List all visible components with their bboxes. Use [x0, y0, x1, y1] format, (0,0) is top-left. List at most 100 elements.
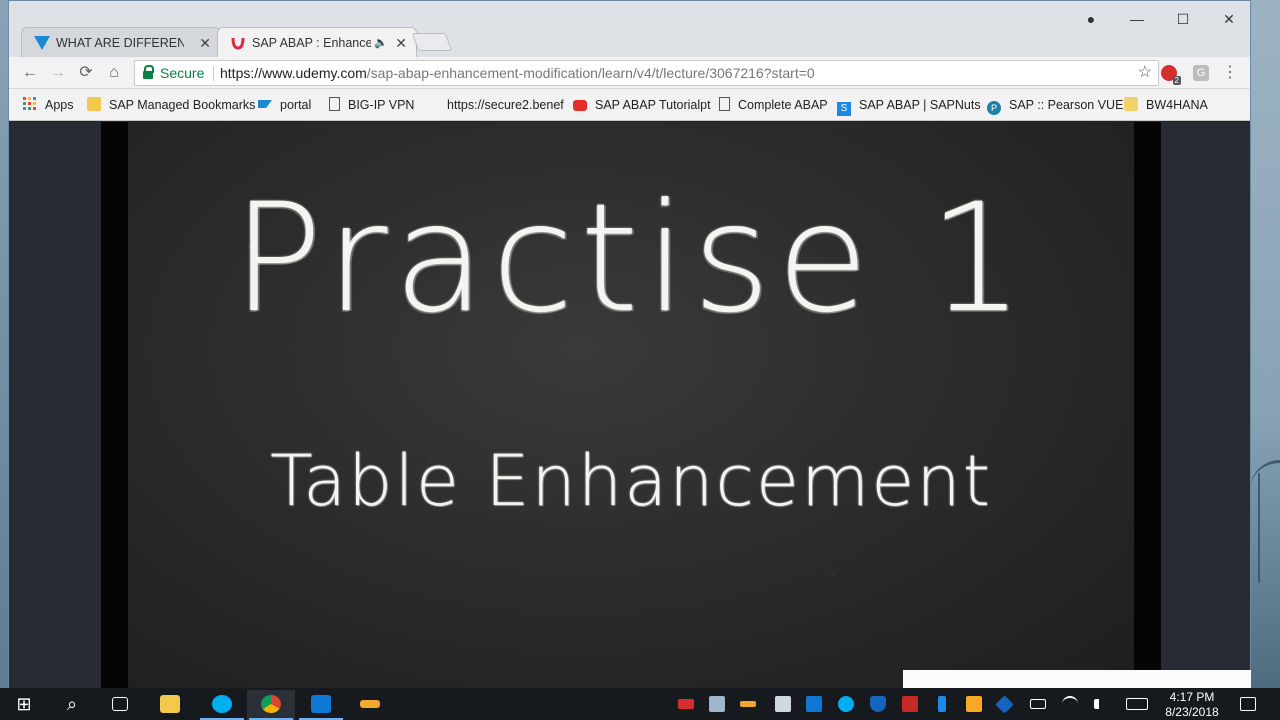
page-content: Practise 1 Table Enhancement	[9, 122, 1251, 688]
video-player[interactable]: Practise 1 Table Enhancement	[101, 122, 1251, 688]
secure-label: Secure	[160, 65, 205, 81]
tray-printer-icon[interactable]	[775, 696, 791, 712]
adblock-extension-icon[interactable]: 2	[1161, 65, 1181, 85]
search-icon: ⌕	[66, 694, 78, 714]
bookmark-label: https://secure2.benef	[447, 98, 564, 112]
tab-sap-abap-enhancement[interactable]: SAP ABAP : Enhancem 🔈 ✕	[217, 27, 417, 57]
bookmark-label: SAP Managed Bookmarks	[109, 98, 256, 112]
page-icon	[719, 97, 730, 111]
tray-outlook-icon[interactable]	[806, 696, 822, 712]
slide-subtitle: Table Enhancement	[269, 440, 993, 522]
tray-vpn-icon[interactable]	[995, 695, 1014, 714]
taskbar-skype[interactable]	[198, 690, 246, 720]
grammar-extension-icon[interactable]: G	[1193, 65, 1209, 81]
clock-time: 4:17 PM	[1169, 690, 1215, 704]
youtube-icon	[573, 100, 587, 111]
slide-title: Practise 1	[232, 172, 1030, 346]
tab-label: SAP ABAP : Enhancem	[252, 36, 380, 50]
url-text[interactable]: https://www.udemy.com/sap-abap-enhanceme…	[220, 61, 815, 85]
task-view-icon	[112, 697, 128, 711]
tray-network-monitor-icon[interactable]	[709, 696, 725, 712]
task-view-button[interactable]	[96, 690, 144, 720]
tab-label: WHAT ARE DIFFERENT M	[56, 36, 184, 50]
bookmarks-bar: Apps SAP Managed Bookmarks portal BIG-IP…	[9, 89, 1250, 121]
volume-icon[interactable]	[1094, 699, 1104, 709]
bookmark-label: SAP ABAP | SAPNuts	[859, 98, 981, 112]
bookmark-pearson-vue[interactable]: P SAP :: Pearson VUE	[987, 89, 1123, 121]
sap-favicon-icon	[34, 36, 50, 50]
file-explorer-icon	[160, 695, 180, 713]
battery-icon[interactable]	[1030, 699, 1046, 709]
new-tab-button[interactable]	[411, 33, 453, 51]
minimize-button[interactable]: —	[1114, 11, 1160, 27]
title-bar: WHAT ARE DIFFERENT M ✕ SAP ABAP : Enhanc…	[9, 1, 1250, 57]
desktop-edge-right	[1250, 0, 1280, 688]
bookmark-big-ip-vpn[interactable]: BIG-IP VPN	[329, 89, 414, 121]
address-bar[interactable]: Secure https://www.udemy.com/sap-abap-en…	[134, 60, 1159, 86]
action-center-icon[interactable]	[1240, 697, 1256, 711]
tray-skype-icon[interactable]	[838, 696, 854, 712]
bookmark-bw4hana[interactable]: BW4HANA	[1124, 89, 1208, 121]
tray-mcafee-icon[interactable]	[902, 696, 918, 712]
profile-icon[interactable]: ●	[1068, 11, 1114, 27]
close-window-button[interactable]: ✕	[1206, 11, 1252, 28]
desktop-edge-left	[0, 0, 8, 688]
extension-badge: 2	[1172, 76, 1181, 85]
bookmark-label: BW4HANA	[1146, 98, 1208, 112]
bookmark-sap-managed[interactable]: SAP Managed Bookmarks	[87, 89, 255, 121]
apps-grid-icon	[23, 97, 36, 110]
sapnuts-icon: S	[837, 102, 851, 116]
pearson-icon: P	[987, 101, 1001, 115]
chrome-window: WHAT ARE DIFFERENT M ✕ SAP ABAP : Enhanc…	[8, 0, 1251, 688]
bookmark-secure2[interactable]: https://secure2.benef	[447, 89, 565, 121]
wifi-icon[interactable]	[1062, 696, 1078, 712]
bookmark-portal[interactable]: portal	[258, 89, 311, 121]
tray-phone-icon[interactable]	[966, 696, 982, 712]
audio-playing-icon[interactable]: 🔈	[371, 28, 388, 57]
chrome-menu-icon[interactable]: ⋮	[1219, 62, 1241, 84]
sap-logo-icon	[258, 100, 272, 108]
tray-shield-icon[interactable]	[870, 696, 886, 712]
maximize-button[interactable]: ☐	[1160, 11, 1206, 28]
tab-close-icon[interactable]: ✕	[199, 28, 211, 57]
taskbar-clock[interactable]: 4:17 PM 8/23/2018	[1152, 690, 1232, 720]
taskbar-sap-logon[interactable]	[346, 690, 394, 720]
bookmark-apps[interactable]: Apps	[23, 89, 74, 121]
bookmark-label: portal	[280, 98, 312, 112]
chrome-icon	[261, 695, 281, 713]
bookmark-label: SAP :: Pearson VUE	[1009, 98, 1124, 112]
tab-what-are-different[interactable]: WHAT ARE DIFFERENT M ✕	[21, 27, 221, 57]
taskbar-file-explorer[interactable]	[146, 690, 194, 720]
bookmark-sapnuts[interactable]: S SAP ABAP | SAPNuts	[837, 89, 981, 121]
back-button[interactable]: ←	[19, 62, 41, 84]
keyboard-icon[interactable]	[1126, 698, 1148, 710]
windows-logo-icon: ⊞	[16, 694, 32, 714]
omnibox-separator	[213, 66, 214, 81]
chalkboard-slide: Practise 1 Table Enhancement	[128, 122, 1134, 688]
bookmark-label: Apps	[45, 98, 74, 112]
tray-sap-icon[interactable]	[740, 701, 756, 707]
forward-button[interactable]: →	[47, 62, 69, 84]
tab-close-icon[interactable]: ✕	[395, 28, 407, 57]
home-button[interactable]: ⌂	[103, 62, 125, 84]
video-overlay-bar	[903, 670, 1251, 688]
start-button[interactable]: ⊞	[0, 690, 48, 720]
taskbar-outlook[interactable]	[297, 690, 345, 720]
url-host: https://www.udemy.com	[220, 65, 367, 81]
tray-swiss-icon[interactable]	[678, 699, 694, 709]
bookmark-label: BIG-IP VPN	[348, 98, 415, 112]
bookmark-star-icon[interactable]: ☆	[1138, 61, 1152, 85]
udemy-favicon-icon	[231, 37, 245, 50]
taskbar-chrome[interactable]	[247, 690, 295, 720]
folder-icon	[1124, 97, 1138, 111]
browser-toolbar: ← → ⟳ ⌂ Secure https://www.udemy.com/sap…	[9, 57, 1250, 89]
bookmark-sap-abap-tutorialpt[interactable]: SAP ABAP Tutorialpt	[573, 89, 711, 121]
reload-button[interactable]: ⟳	[75, 62, 97, 84]
url-path: /sap-abap-enhancement-modification/learn…	[366, 65, 815, 81]
windows-taskbar: ⊞ ⌕ 4:17 PM 8/23/2018	[0, 688, 1280, 720]
skype-icon	[212, 695, 232, 713]
lock-icon	[143, 65, 154, 79]
tray-bluetooth-icon[interactable]	[938, 696, 946, 712]
bookmark-complete-abap[interactable]: Complete ABAP	[719, 89, 828, 121]
search-button[interactable]: ⌕	[48, 690, 96, 720]
